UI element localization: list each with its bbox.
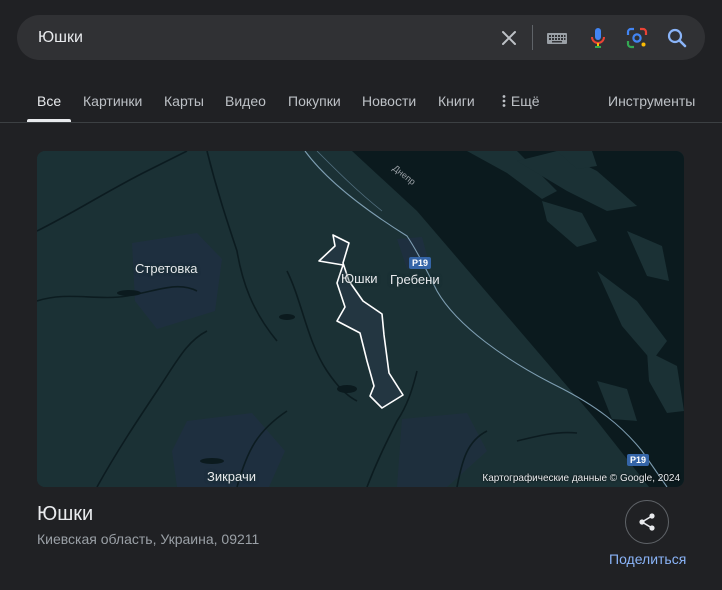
tab-books[interactable]: Книги	[438, 93, 475, 109]
search-icon[interactable]	[665, 26, 689, 50]
tab-more[interactable]: Ещё	[501, 93, 540, 109]
search-bar[interactable]: Юшки	[17, 15, 705, 60]
tab-all[interactable]: Все	[37, 93, 61, 109]
road-badge: P19	[627, 454, 650, 466]
tab-video[interactable]: Видео	[225, 93, 266, 109]
map-preview[interactable]: Днепр Стретовка Юшки Гребени Зикрачи P19…	[37, 151, 684, 487]
close-icon[interactable]	[497, 26, 521, 50]
tab-shopping[interactable]: Покупки	[288, 93, 341, 109]
place-title: Юшки	[37, 503, 94, 525]
map-label-zikrachi: Зикрачи	[207, 469, 257, 484]
search-divider	[532, 25, 533, 50]
tabs-divider	[0, 122, 722, 123]
share-button[interactable]	[625, 500, 669, 544]
map-canvas	[37, 151, 684, 487]
map-label-yushki: Юшки	[341, 271, 378, 286]
search-tabs: Все Картинки Карты Видео Покупки Новости…	[0, 88, 722, 122]
share-icon	[639, 513, 655, 531]
tools-button[interactable]: Инструменты	[608, 93, 695, 109]
share-label[interactable]: Поделиться	[609, 551, 686, 567]
tab-maps[interactable]: Карты	[164, 93, 204, 109]
map-attribution: Картографические данные © Google, 2024	[482, 473, 680, 484]
map-label-grebeni: Гребени	[390, 272, 440, 287]
microphone-icon[interactable]	[586, 26, 610, 50]
tab-news[interactable]: Новости	[362, 93, 416, 109]
search-input[interactable]: Юшки	[38, 28, 83, 47]
place-address: Киевская область, Украина, 09211	[37, 531, 260, 547]
more-vert-icon	[502, 95, 506, 107]
lens-icon[interactable]	[625, 26, 649, 50]
road-badge: P19	[409, 257, 432, 269]
keyboard-icon[interactable]	[545, 26, 569, 50]
tab-more-label: Ещё	[510, 93, 540, 109]
tab-images[interactable]: Картинки	[83, 93, 142, 109]
map-label-stretovka: Стретовка	[135, 261, 198, 276]
